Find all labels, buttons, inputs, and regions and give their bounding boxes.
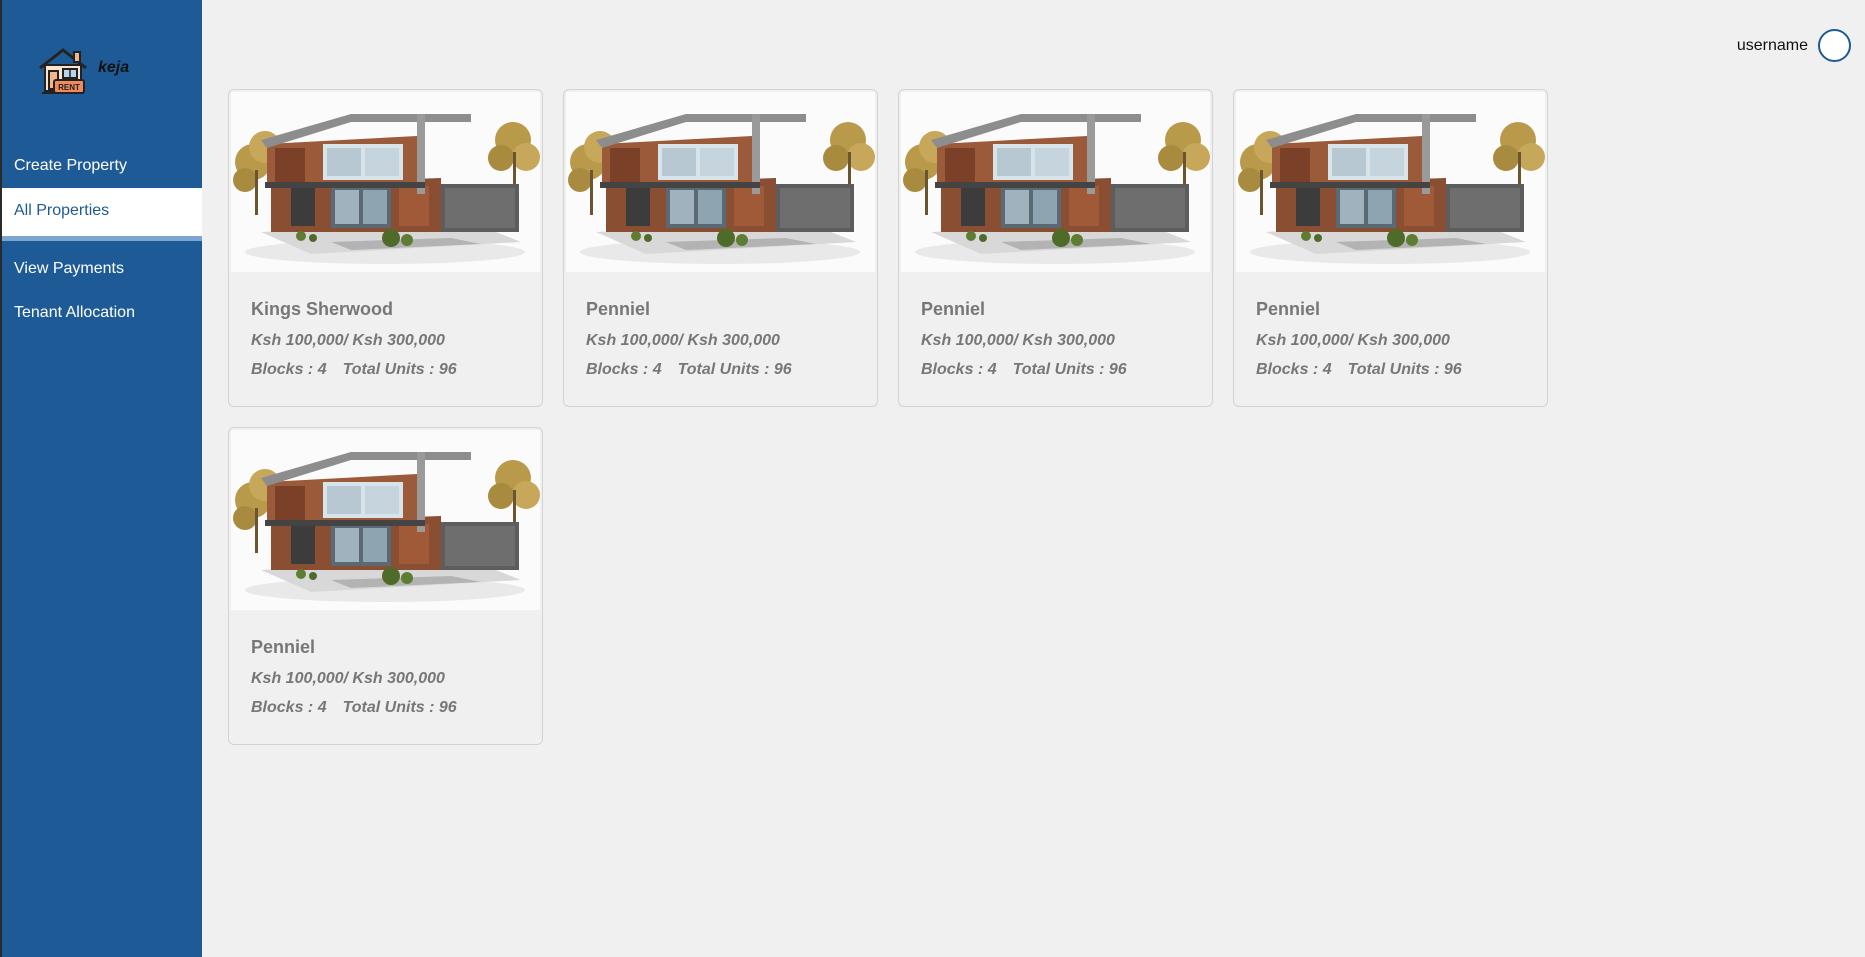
property-blocks: Blocks : 4: [1256, 361, 1332, 378]
property-card[interactable]: Penniel Ksh 100,000/ Ksh 300,000 Blocks …: [1233, 89, 1548, 407]
property-image: [901, 92, 1210, 272]
property-price: Ksh 100,000/ Ksh 300,000: [921, 332, 1115, 349]
property-image: [1236, 92, 1545, 272]
property-card[interactable]: Kings Sherwood Ksh 100,000/ Ksh 300,000 …: [228, 89, 543, 407]
house-rent-logo-icon: RENT: [39, 48, 87, 94]
property-name: Penniel: [921, 299, 986, 319]
property-blocks: Blocks : 4: [251, 699, 327, 716]
property-card[interactable]: Penniel Ksh 100,000/ Ksh 300,000 Blocks …: [228, 427, 543, 745]
property-blocks: Blocks : 4: [921, 361, 997, 378]
house-photo-icon: [231, 92, 540, 272]
house-photo-icon: [901, 92, 1210, 272]
logo-badge-text: RENT: [58, 83, 80, 92]
property-price: Ksh 100,000/ Ksh 300,000: [251, 670, 445, 687]
sidebar: RENT keja Create Property All Properties…: [0, 0, 202, 957]
property-image: [231, 430, 540, 610]
property-meta: Blocks : 4 Total Units : 96: [1256, 361, 1462, 379]
brand-name: keja: [98, 59, 130, 76]
sidebar-nav: Create Property All Properties View Paym…: [2, 144, 202, 335]
user-menu[interactable]: username: [1737, 29, 1851, 62]
user-avatar-icon[interactable]: [1818, 29, 1851, 62]
property-units: Total Units : 96: [677, 361, 792, 378]
sidebar-item-create-property[interactable]: Create Property: [2, 144, 202, 188]
property-price: Ksh 100,000/ Ksh 300,000: [586, 332, 780, 349]
sidebar-item-all-properties[interactable]: All Properties: [2, 188, 202, 241]
property-meta: Blocks : 4 Total Units : 96: [586, 361, 792, 379]
property-image: [566, 92, 875, 272]
property-name: Kings Sherwood: [251, 299, 394, 319]
property-price: Ksh 100,000/ Ksh 300,000: [251, 332, 445, 349]
house-photo-icon: [1236, 92, 1545, 272]
property-meta: Blocks : 4 Total Units : 96: [251, 361, 457, 379]
property-card[interactable]: Penniel Ksh 100,000/ Ksh 300,000 Blocks …: [563, 89, 878, 407]
property-units: Total Units : 96: [1012, 361, 1127, 378]
username-label: username: [1736, 36, 1808, 54]
property-units: Total Units : 96: [342, 699, 457, 716]
property-image: [231, 92, 540, 272]
property-units: Total Units : 96: [342, 361, 457, 378]
property-name: Penniel: [586, 299, 651, 319]
sidebar-item-tenant-allocation[interactable]: Tenant Allocation: [2, 291, 202, 335]
property-blocks: Blocks : 4: [586, 361, 662, 378]
property-blocks: Blocks : 4: [251, 361, 327, 378]
property-name: Penniel: [1256, 299, 1321, 319]
property-name: Penniel: [251, 637, 316, 657]
property-price: Ksh 100,000/ Ksh 300,000: [1256, 332, 1450, 349]
house-photo-icon: [231, 430, 540, 610]
brand[interactable]: RENT keja: [36, 44, 129, 98]
property-units: Total Units : 96: [1347, 361, 1462, 378]
property-meta: Blocks : 4 Total Units : 96: [251, 699, 457, 717]
property-card[interactable]: Penniel Ksh 100,000/ Ksh 300,000 Blocks …: [898, 89, 1213, 407]
sidebar-item-view-payments[interactable]: View Payments: [2, 247, 202, 291]
house-photo-icon: [566, 92, 875, 272]
property-meta: Blocks : 4 Total Units : 96: [921, 361, 1127, 379]
